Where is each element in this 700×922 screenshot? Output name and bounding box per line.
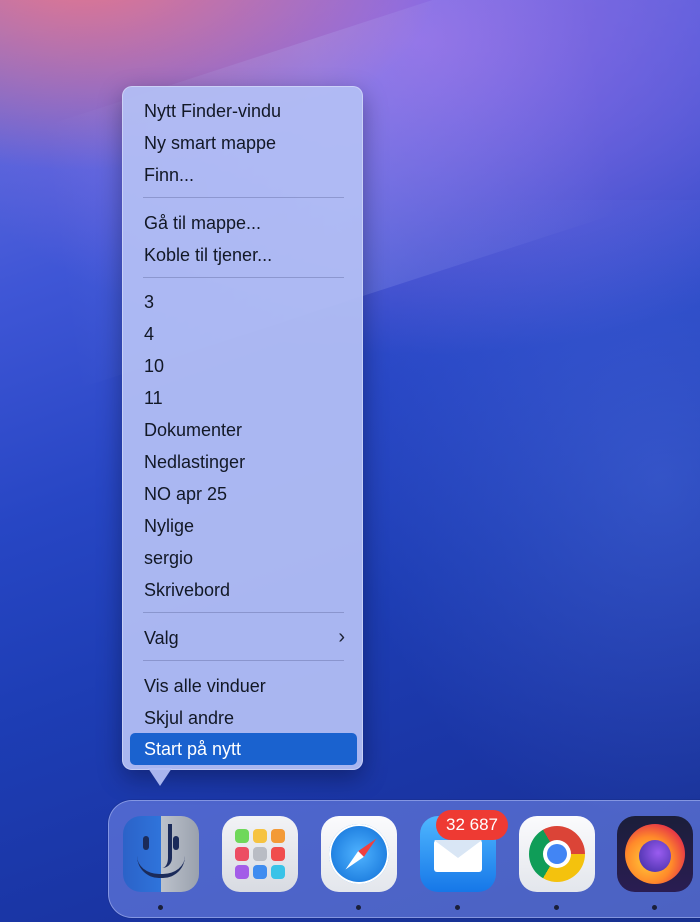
menu-item-find[interactable]: Finn... — [130, 159, 357, 191]
launchpad-tile — [253, 847, 267, 861]
mail-envelope-flap — [434, 840, 482, 858]
mail-running-indicator — [455, 905, 460, 910]
launchpad-tile — [253, 865, 267, 879]
menu-item-desktop[interactable]: Skrivebord — [130, 574, 357, 606]
menu-separator — [143, 197, 344, 198]
launchpad-tile — [235, 865, 249, 879]
menu-item-no-apr-25[interactable]: NO apr 25 — [130, 478, 357, 510]
menu-item-options-label: Valg — [144, 628, 179, 648]
menu-item-new-smart-folder[interactable]: Ny smart mappe — [130, 127, 357, 159]
chrome-running-indicator — [554, 905, 559, 910]
menu-item-recents[interactable]: Nylige — [130, 510, 357, 542]
menu-item-sergio[interactable]: sergio — [130, 542, 357, 574]
chrome-icon[interactable] — [519, 816, 595, 892]
mail-unread-badge: 32 687 — [436, 810, 508, 840]
menu-item-folder-3[interactable]: 3 — [130, 286, 357, 318]
menu-separator — [143, 612, 344, 613]
launchpad-icon[interactable] — [222, 816, 298, 892]
firefox-icon[interactable] — [617, 816, 693, 892]
finder-eye-left — [143, 836, 149, 850]
launchpad-tile — [271, 829, 285, 843]
menu-item-downloads[interactable]: Nedlastinger — [130, 446, 357, 478]
menu-item-options[interactable]: Valg › — [130, 622, 357, 654]
menu-separator — [143, 660, 344, 661]
menu-item-connect-to-server[interactable]: Koble til tjener... — [130, 239, 357, 271]
finder-eye-right — [173, 836, 179, 850]
safari-running-indicator — [356, 905, 361, 910]
chrome-center — [547, 844, 567, 864]
finder-context-menu: Nytt Finder-vindu Ny smart mappe Finn...… — [122, 86, 363, 770]
menu-item-go-to-folder[interactable]: Gå til mappe... — [130, 207, 357, 239]
menu-item-folder-11[interactable]: 11 — [130, 382, 357, 414]
launchpad-tile — [271, 847, 285, 861]
menu-item-relaunch[interactable]: Start på nytt — [130, 733, 357, 765]
menu-item-documents[interactable]: Dokumenter — [130, 414, 357, 446]
menu-separator — [143, 277, 344, 278]
launchpad-tile — [253, 829, 267, 843]
launchpad-tile — [235, 829, 249, 843]
launchpad-tile — [271, 865, 285, 879]
menu-item-new-finder-window[interactable]: Nytt Finder-vindu — [130, 95, 357, 127]
finder-icon[interactable] — [123, 816, 199, 892]
menu-pointer-arrow — [148, 768, 172, 786]
menu-item-show-all-windows[interactable]: Vis alle vinduer — [130, 670, 357, 702]
menu-item-folder-4[interactable]: 4 — [130, 318, 357, 350]
menu-item-folder-10[interactable]: 10 — [130, 350, 357, 382]
menu-item-hide-others[interactable]: Skjul andre — [130, 702, 357, 734]
firefox-globe — [639, 840, 671, 872]
finder-smile — [137, 856, 185, 878]
launchpad-tile — [235, 847, 249, 861]
safari-icon[interactable] — [321, 816, 397, 892]
finder-running-indicator — [158, 905, 163, 910]
firefox-running-indicator — [652, 905, 657, 910]
chevron-right-icon: › — [338, 626, 345, 648]
